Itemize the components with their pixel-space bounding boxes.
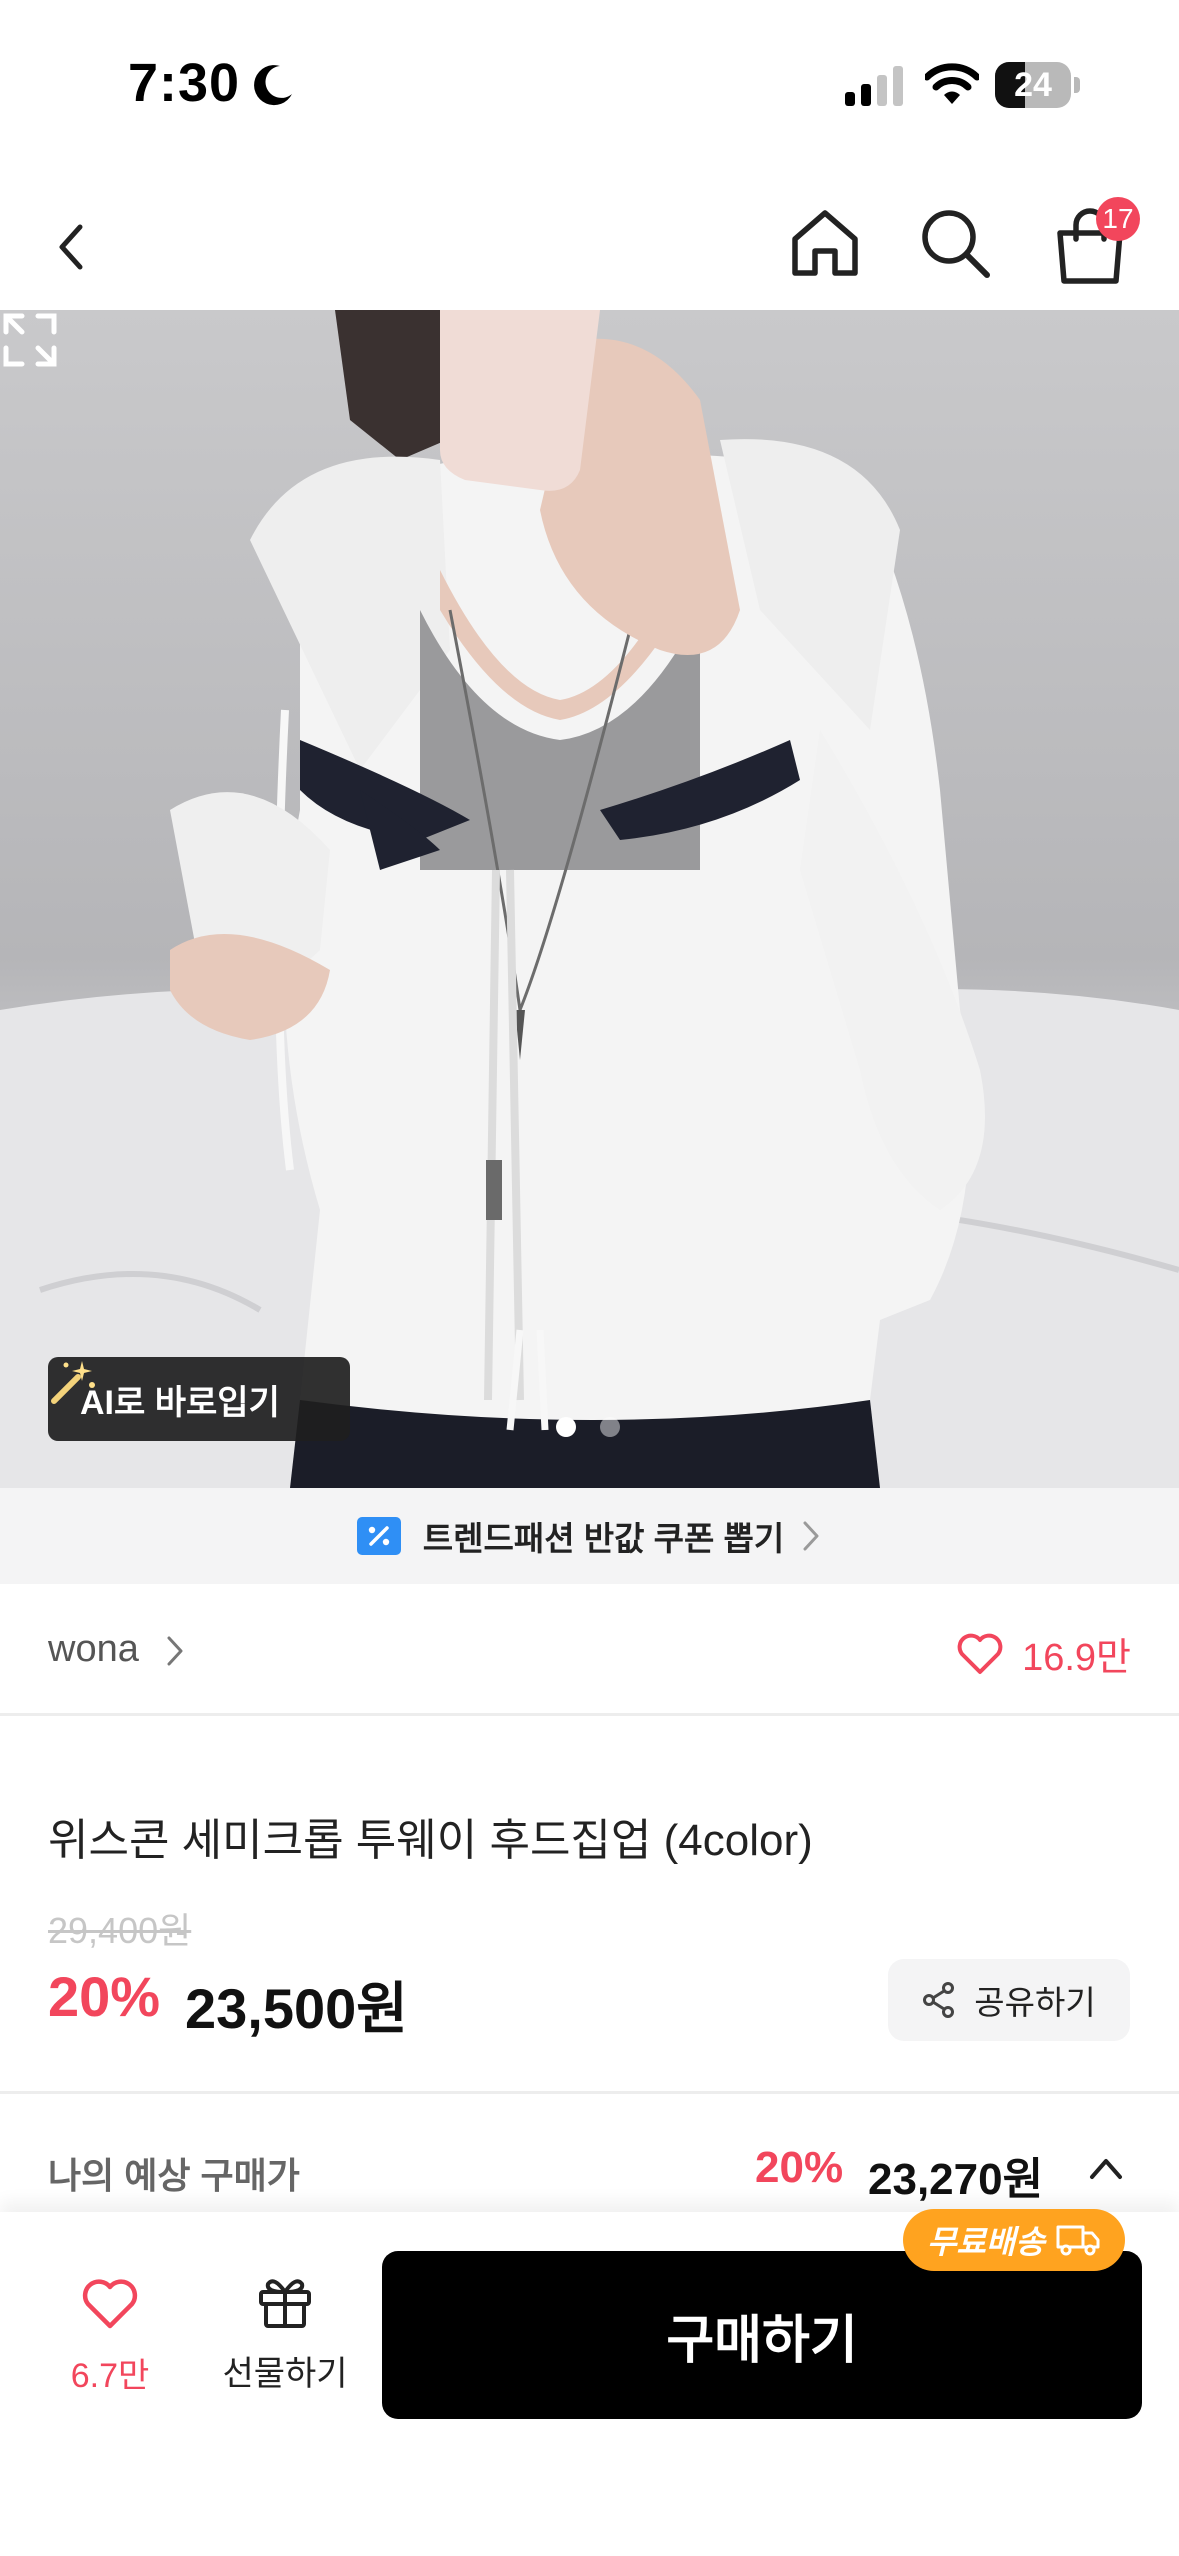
buy-button[interactable]: 구매하기 bbox=[382, 2251, 1142, 2419]
product-photo bbox=[0, 310, 1179, 1488]
search-button[interactable] bbox=[915, 203, 995, 283]
brand-like-count: 16.9만 bbox=[1022, 1637, 1131, 1679]
discount-rate: 20% bbox=[48, 1965, 161, 2028]
brand-name-link[interactable]: wona bbox=[48, 1628, 139, 1671]
pager-dot bbox=[600, 1417, 620, 1437]
product-info: 위스콘 세미크롭 투웨이 후드집업 (4color) 29,400원 20% 2… bbox=[0, 1719, 1179, 2094]
free-shipping-label: 무료배송 bbox=[927, 2224, 1045, 2260]
gift-label: 선물하기 bbox=[222, 2355, 348, 2393]
ai-try-on-button[interactable]: AI로 바로입기 bbox=[48, 1357, 350, 1441]
magic-wand-icon bbox=[51, 1361, 95, 1404]
sale-price: 23,500원 bbox=[185, 1977, 408, 2040]
battery-level: 24 bbox=[1014, 66, 1052, 104]
product-image-carousel[interactable]: AI로 바로입기 bbox=[0, 310, 1179, 1488]
heart-icon bbox=[82, 2279, 138, 2329]
chevron-left-icon bbox=[59, 224, 83, 270]
brand-like-button[interactable]: 16.9만 bbox=[956, 1626, 1131, 1681]
home-icon bbox=[792, 210, 858, 276]
status-bar: 7:30 24 bbox=[0, 0, 1179, 165]
estimated-price-label: 나의 예상 구매가 bbox=[48, 2155, 300, 2196]
wish-count: 6.7만 bbox=[70, 2357, 150, 2395]
brand-row: wona 16.9만 bbox=[0, 1584, 1179, 1716]
signal-icon bbox=[845, 66, 903, 106]
share-label: 공유하기 bbox=[974, 1984, 1096, 2021]
expand-icon[interactable] bbox=[0, 310, 60, 370]
estimated-discount-rate: 20% bbox=[755, 2143, 844, 2192]
estimated-price: 23,270원 bbox=[868, 2155, 1044, 2204]
status-time: 7:30 bbox=[128, 53, 241, 113]
gift-button[interactable]: 선물하기 bbox=[210, 2272, 360, 2402]
coupon-banner-label: 트렌드패션 반값 쿠폰 뽑기 bbox=[422, 1520, 785, 1557]
gift-icon bbox=[259, 2279, 311, 2328]
chevron-right-icon[interactable] bbox=[165, 1634, 185, 1668]
coupon-icon bbox=[356, 1517, 401, 1555]
wish-button[interactable]: 6.7만 bbox=[40, 2272, 180, 2402]
cart-button[interactable]: 17 bbox=[1050, 197, 1140, 287]
buy-label: 구매하기 bbox=[666, 2311, 858, 2370]
truck-icon bbox=[1056, 2225, 1100, 2256]
back-button[interactable] bbox=[40, 205, 104, 285]
bottom-action-bar: 6.7만 선물하기 구매하기 무료배송 bbox=[0, 2209, 1179, 2556]
heart-icon bbox=[957, 1633, 1003, 1674]
product-title: 위스콘 세미크롭 투웨이 후드집업 (4color) bbox=[48, 1816, 813, 1865]
cart-count-badge: 17 bbox=[1096, 197, 1140, 241]
share-icon bbox=[923, 1982, 955, 2018]
battery-icon: 24 bbox=[995, 62, 1080, 110]
top-nav-bar: 17 bbox=[0, 165, 1179, 310]
chevron-right-icon bbox=[803, 1521, 819, 1551]
pager-dot bbox=[556, 1417, 576, 1437]
chevron-up-icon[interactable] bbox=[1088, 2155, 1124, 2181]
wifi-icon bbox=[925, 63, 979, 104]
free-shipping-badge: 무료배송 bbox=[903, 2209, 1125, 2271]
share-button[interactable]: 공유하기 bbox=[888, 1959, 1130, 2041]
estimated-price-row[interactable]: 나의 예상 구매가 20% 23,270원 bbox=[0, 2097, 1179, 2215]
home-button[interactable] bbox=[785, 203, 865, 283]
search-icon bbox=[922, 210, 990, 278]
moon-icon bbox=[254, 65, 292, 106]
carousel-pager bbox=[556, 1417, 620, 1437]
ai-try-on-label: AI로 바로입기 bbox=[80, 1383, 280, 1422]
coupon-banner[interactable]: 트렌드패션 반값 쿠폰 뽑기 bbox=[0, 1488, 1179, 1584]
original-price: 29,400원 bbox=[48, 1910, 192, 1951]
